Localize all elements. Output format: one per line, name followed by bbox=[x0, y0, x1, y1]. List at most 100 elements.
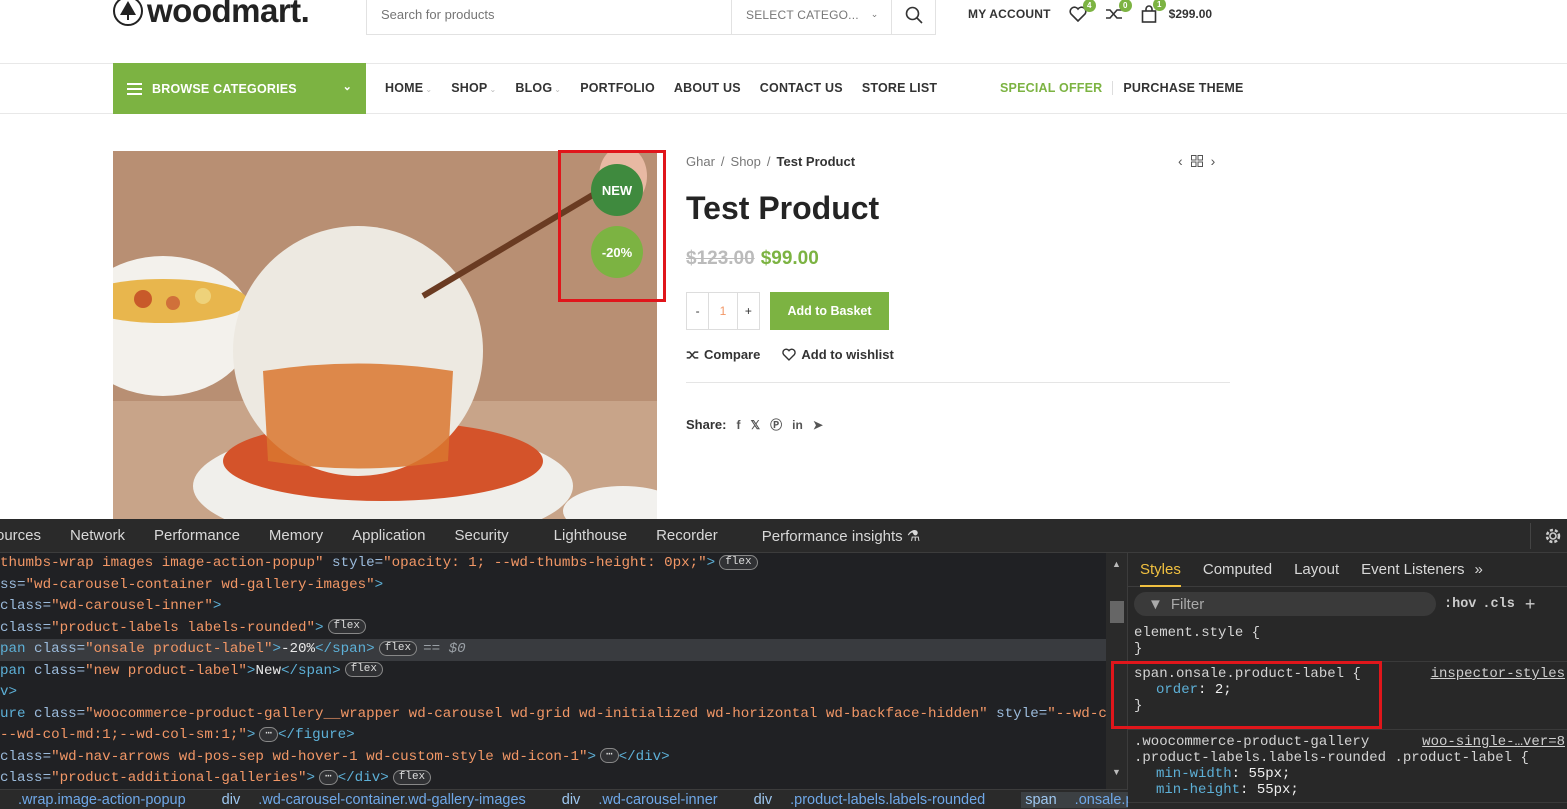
compare-count: 0 bbox=[1118, 0, 1132, 12]
qty-input[interactable]: 1 bbox=[708, 293, 738, 329]
nav-contact-us[interactable]: CONTACT US bbox=[760, 81, 843, 95]
code-token: thumbs-wrap images image-action-popup" bbox=[0, 555, 324, 571]
nav-about-us[interactable]: ABOUT US bbox=[674, 81, 741, 95]
breadcrumb-shop[interactable]: Shop bbox=[731, 154, 761, 169]
scroll-up-icon[interactable]: ▲ bbox=[1112, 559, 1121, 569]
dom-line[interactable]: ss="wd-carousel-container wd-gallery-ima… bbox=[0, 575, 1106, 597]
tab-network[interactable]: Network bbox=[70, 527, 125, 544]
wishlist-button[interactable]: 4 bbox=[1069, 0, 1096, 22]
flex-badge[interactable]: flex bbox=[344, 662, 383, 678]
dom-line[interactable]: class="product-additional-galleries"> ⋯ </… bbox=[0, 768, 1106, 789]
style-rule-element[interactable]: element.style { } bbox=[1128, 621, 1567, 662]
ellipsis-badge[interactable]: ⋯ bbox=[259, 726, 279, 742]
tab-performance-insights[interactable]: Performance insights ⚗ bbox=[762, 527, 921, 545]
purchase-theme-link[interactable]: PURCHASE THEME bbox=[1123, 81, 1243, 95]
special-offer-link[interactable]: SPECIAL OFFER bbox=[1000, 81, 1114, 95]
more-tabs-icon[interactable]: » bbox=[1475, 561, 1483, 578]
gear-icon[interactable] bbox=[1543, 526, 1563, 546]
tab-application[interactable]: Application bbox=[352, 527, 425, 544]
cart-total[interactable]: $299.00 bbox=[1169, 7, 1212, 21]
header-actions: MY ACCOUNT 4 0 1 $299.00 bbox=[968, 0, 1212, 28]
flex-badge[interactable]: flex bbox=[378, 640, 418, 656]
dom-breadcrumbs: .wrap.image-action-popup div .wd-carousel… bbox=[0, 789, 1128, 809]
nav-portfolio[interactable]: PORTFOLIO bbox=[580, 81, 655, 95]
rule-source-link[interactable]: inspector-styles bbox=[1431, 666, 1565, 682]
breadcrumb-home[interactable]: Ghar bbox=[686, 154, 715, 169]
category-select[interactable]: SELECT CATEGO... ⌄ bbox=[731, 0, 891, 34]
nav-shop[interactable]: SHOP ⌄ bbox=[451, 81, 496, 95]
nav-store-list[interactable]: STORE LIST bbox=[862, 81, 937, 95]
dom-line[interactable]: class="wd-nav-arrows wd-pos-sep wd-hover… bbox=[0, 747, 1106, 769]
dom-line[interactable]: --wd-col-md:1;--wd-col-sm:1;"> ⋯ </figure> bbox=[0, 725, 1106, 747]
tab-performance[interactable]: Performance bbox=[154, 527, 240, 544]
my-account-link[interactable]: MY ACCOUNT bbox=[968, 7, 1051, 21]
dom-line[interactable]: class="wd-carousel-inner"> bbox=[0, 596, 1106, 618]
add-to-wishlist-link[interactable]: Add to wishlist bbox=[782, 347, 894, 362]
rule-value[interactable]: 55px; bbox=[1257, 782, 1299, 798]
browse-categories-button[interactable]: BROWSE CATEGORIES ⌄ bbox=[113, 63, 366, 114]
search-button[interactable] bbox=[891, 0, 935, 34]
heart-icon bbox=[782, 348, 797, 361]
styles-filter-input[interactable]: ▼ Filter bbox=[1134, 592, 1436, 616]
cls-toggle[interactable]: .cls bbox=[1482, 597, 1514, 612]
dom-line-selected[interactable]: pan class="onsale product-label">-20%</s… bbox=[0, 639, 1106, 661]
dom-crumb[interactable]: div .product-labels.labels-rounded bbox=[754, 792, 1004, 808]
search-bar: SELECT CATEGO... ⌄ bbox=[366, 0, 936, 35]
rule-source-link[interactable]: woo-single-…ver=8 bbox=[1422, 734, 1565, 750]
compare-button[interactable]: 0 bbox=[1105, 0, 1132, 22]
pinterest-icon[interactable]: Ⓟ bbox=[770, 416, 782, 433]
tab-styles[interactable]: Styles bbox=[1140, 553, 1181, 587]
flex-badge[interactable]: flex bbox=[392, 769, 432, 785]
tab-event-listeners[interactable]: Event Listeners bbox=[1361, 561, 1464, 578]
cart-button[interactable]: 1 bbox=[1141, 0, 1166, 23]
linkedin-icon[interactable]: in bbox=[792, 418, 803, 432]
tab-lighthouse[interactable]: Lighthouse bbox=[554, 527, 627, 544]
dom-line[interactable]: v> bbox=[0, 682, 1106, 704]
nav-blog[interactable]: BLOG ⌄ bbox=[515, 81, 561, 95]
dom-crumb[interactable]: div .wd-carousel-inner bbox=[562, 792, 736, 808]
tab-computed[interactable]: Computed bbox=[1203, 561, 1272, 578]
qty-plus-button[interactable]: + bbox=[738, 304, 759, 318]
grid-icon[interactable] bbox=[1190, 155, 1203, 167]
next-product-icon[interactable]: › bbox=[1211, 153, 1216, 169]
facebook-icon[interactable]: f bbox=[736, 418, 740, 432]
elements-tree[interactable]: thumbs-wrap images image-action-popup" s… bbox=[0, 553, 1106, 789]
dom-line[interactable]: ure class="woocommerce-product-gallery__… bbox=[0, 704, 1106, 726]
code-token: class= bbox=[25, 705, 86, 722]
tab-security[interactable]: Security bbox=[454, 527, 508, 544]
flex-badge[interactable]: flex bbox=[719, 554, 758, 570]
style-rule-gallery[interactable]: .woocommerce-product-gallery .product-la… bbox=[1128, 730, 1567, 803]
prev-product-icon[interactable]: ‹ bbox=[1178, 153, 1183, 169]
code-token: "wd-nav-arrows wd-pos-sep wd-hover-1 wd-… bbox=[51, 748, 588, 765]
add-to-basket-button[interactable]: Add to Basket bbox=[770, 292, 889, 330]
search-input[interactable] bbox=[367, 0, 731, 34]
dom-crumb[interactable]: .wrap.image-action-popup bbox=[0, 792, 204, 808]
tab-layout[interactable]: Layout bbox=[1294, 561, 1339, 578]
dom-crumb-current[interactable]: span .onsale.product-label bbox=[1021, 791, 1128, 808]
rule-value[interactable]: 55px; bbox=[1248, 766, 1290, 782]
qty-minus-button[interactable]: - bbox=[687, 304, 708, 318]
ellipsis-badge[interactable]: ⋯ bbox=[319, 769, 338, 785]
telegram-icon[interactable]: ➤ bbox=[813, 418, 823, 432]
dom-crumb[interactable]: div .wd-carousel-container.wd-gallery-ima… bbox=[222, 792, 544, 808]
caret-icon: ⌄ bbox=[425, 85, 433, 94]
tab-sources[interactable]: ources bbox=[0, 527, 41, 544]
tab-memory[interactable]: Memory bbox=[269, 527, 323, 544]
scroll-thumb[interactable] bbox=[1110, 601, 1124, 623]
dom-line[interactable]: class="product-labels labels-rounded"> fl… bbox=[0, 618, 1106, 640]
hov-toggle[interactable]: :hov bbox=[1444, 597, 1476, 612]
scroll-down-icon[interactable]: ▼ bbox=[1112, 767, 1121, 777]
add-rule-icon[interactable]: + bbox=[1525, 594, 1536, 615]
rule-property[interactable]: min-height bbox=[1156, 782, 1240, 798]
site-logo[interactable]: woodmart. bbox=[113, 0, 310, 30]
dom-line[interactable]: thumbs-wrap images image-action-popup" s… bbox=[0, 553, 1106, 575]
nav-home[interactable]: HOME ⌄ bbox=[385, 81, 432, 95]
rule-property[interactable]: min-width bbox=[1156, 766, 1232, 782]
x-icon[interactable]: 𝕏 bbox=[750, 418, 760, 432]
ellipsis-badge[interactable]: ⋯ bbox=[599, 748, 619, 764]
wishlist-label: Add to wishlist bbox=[801, 347, 894, 362]
compare-link[interactable]: Compare bbox=[686, 347, 760, 362]
flex-badge[interactable]: flex bbox=[327, 619, 366, 635]
dom-line[interactable]: pan class="new product-label">New</span>… bbox=[0, 661, 1106, 683]
tab-recorder[interactable]: Recorder bbox=[656, 527, 718, 544]
